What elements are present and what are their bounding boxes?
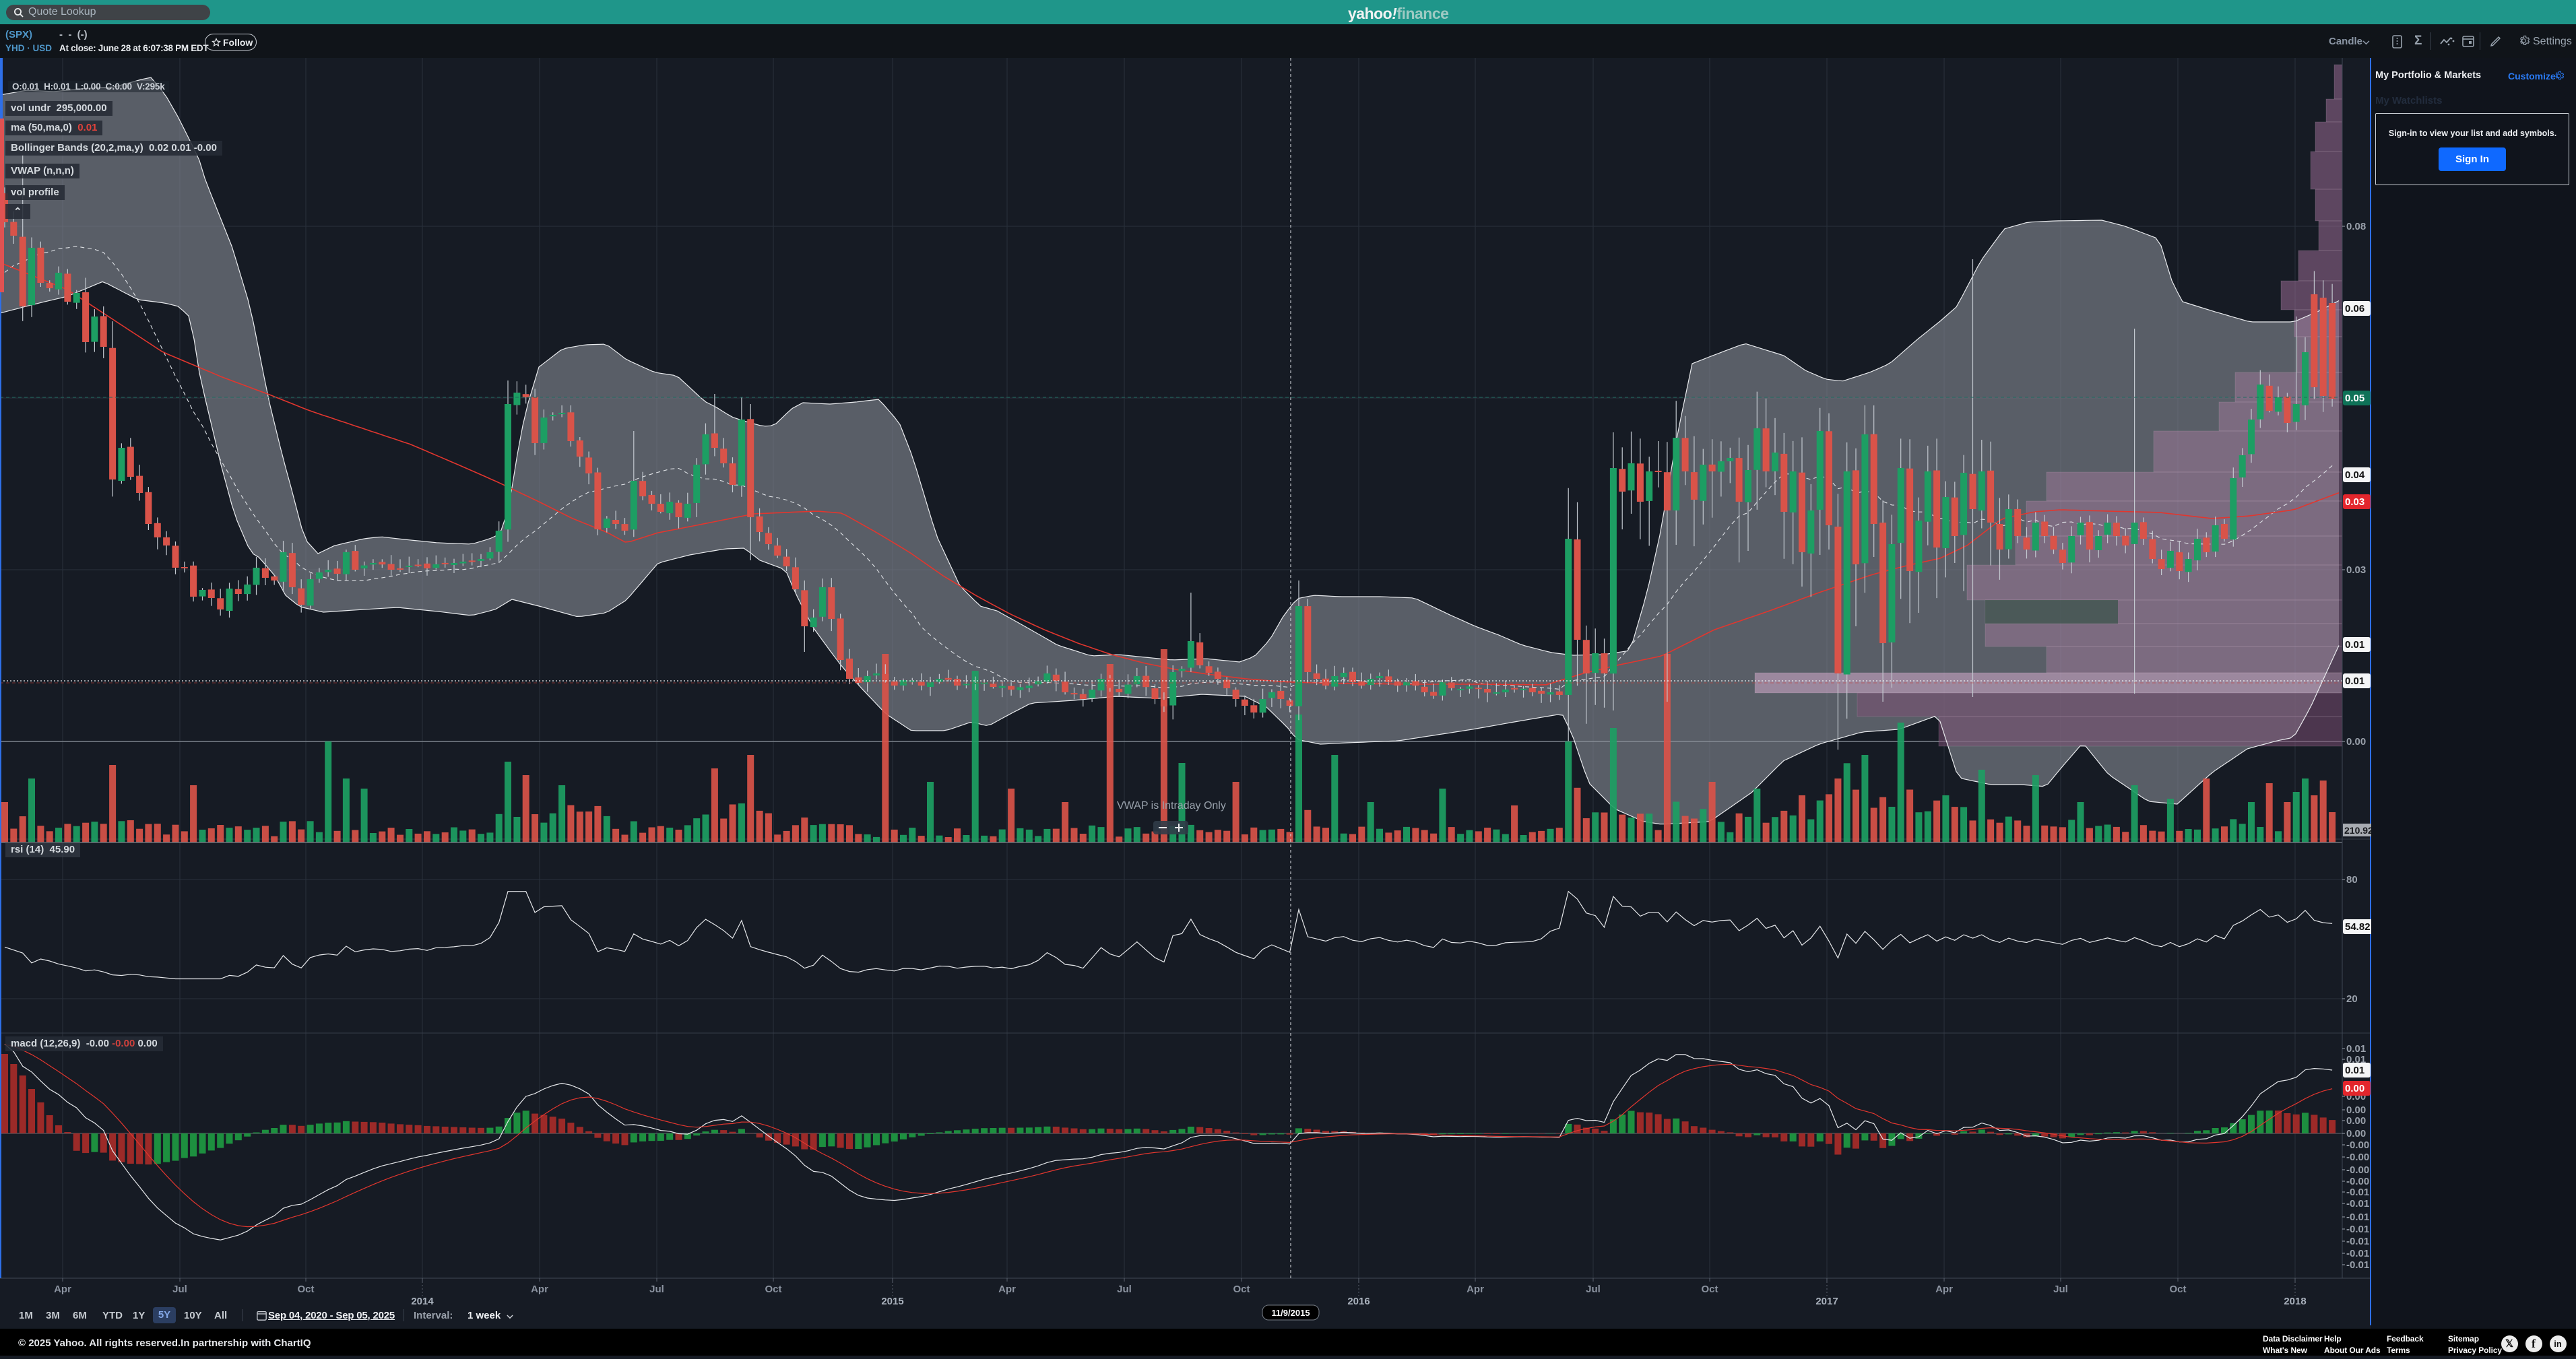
svg-text:0.00: 0.00 — [2346, 1128, 2366, 1139]
svg-text:Oct: Oct — [765, 1284, 781, 1295]
svg-text:0.01: 0.01 — [2346, 1043, 2366, 1055]
svg-text:Oct: Oct — [297, 1284, 314, 1295]
svg-text:0.01: 0.01 — [2345, 675, 2364, 687]
svg-text:-0.00: -0.00 — [2346, 1152, 2369, 1163]
svg-text:0.00: 0.00 — [2346, 736, 2366, 748]
svg-text:2016: 2016 — [1347, 1296, 1370, 1307]
svg-text:0.00: 0.00 — [2345, 1083, 2364, 1094]
svg-text:Apr: Apr — [1935, 1284, 1953, 1295]
svg-text:-0.00: -0.00 — [2346, 1139, 2369, 1151]
svg-text:-0.01: -0.01 — [2346, 1248, 2369, 1259]
svg-text:-0.00: -0.00 — [2346, 1164, 2369, 1176]
svg-text:-0.01: -0.01 — [2346, 1212, 2369, 1223]
svg-text:0.08: 0.08 — [2346, 221, 2366, 232]
svg-text:0.03: 0.03 — [2346, 564, 2366, 576]
svg-text:VWAP is Intraday Only: VWAP is Intraday Only — [1117, 800, 1226, 811]
svg-text:Oct: Oct — [2169, 1284, 2186, 1295]
svg-text:Jul: Jul — [1117, 1284, 1132, 1295]
svg-text:Oct: Oct — [1233, 1284, 1250, 1295]
svg-text:Jul: Jul — [1586, 1284, 1601, 1295]
svg-text:0.04: 0.04 — [2345, 469, 2365, 481]
svg-text:2015: 2015 — [881, 1296, 903, 1307]
svg-text:Apr: Apr — [998, 1284, 1016, 1295]
svg-text:11/9/2015: 11/9/2015 — [1271, 1308, 1310, 1318]
svg-text:0.00: 0.00 — [2346, 1115, 2366, 1127]
svg-text:210.92: 210.92 — [2344, 825, 2373, 836]
svg-text:-0.01: -0.01 — [2346, 1198, 2369, 1209]
svg-text:0.01: 0.01 — [2345, 639, 2364, 651]
svg-text:Jul: Jul — [649, 1284, 664, 1295]
svg-text:0.01: 0.01 — [2345, 1065, 2364, 1076]
svg-text:0.06: 0.06 — [2345, 303, 2364, 314]
svg-text:2014: 2014 — [411, 1296, 434, 1307]
svg-text:Apr: Apr — [54, 1284, 71, 1295]
svg-text:2017: 2017 — [1815, 1296, 1838, 1307]
svg-text:-0.00: -0.00 — [2346, 1176, 2369, 1187]
svg-text:Jul: Jul — [172, 1284, 187, 1295]
svg-text:2018: 2018 — [2284, 1296, 2306, 1307]
svg-text:80: 80 — [2346, 874, 2358, 886]
svg-text:20: 20 — [2346, 993, 2358, 1005]
svg-text:Jul: Jul — [2053, 1284, 2068, 1295]
svg-text:0.03: 0.03 — [2345, 496, 2364, 508]
svg-text:Apr: Apr — [531, 1284, 548, 1295]
svg-text:-0.01: -0.01 — [2346, 1224, 2369, 1235]
svg-text:Apr: Apr — [1467, 1284, 1484, 1295]
svg-text:Oct: Oct — [1701, 1284, 1718, 1295]
svg-text:-0.01: -0.01 — [2346, 1259, 2369, 1271]
svg-text:54.82: 54.82 — [2345, 921, 2371, 933]
svg-text:-0.01: -0.01 — [2346, 1187, 2369, 1198]
svg-text:0.05: 0.05 — [2345, 393, 2364, 404]
svg-text:0.00: 0.00 — [2346, 1104, 2366, 1116]
svg-text:-0.01: -0.01 — [2346, 1236, 2369, 1247]
